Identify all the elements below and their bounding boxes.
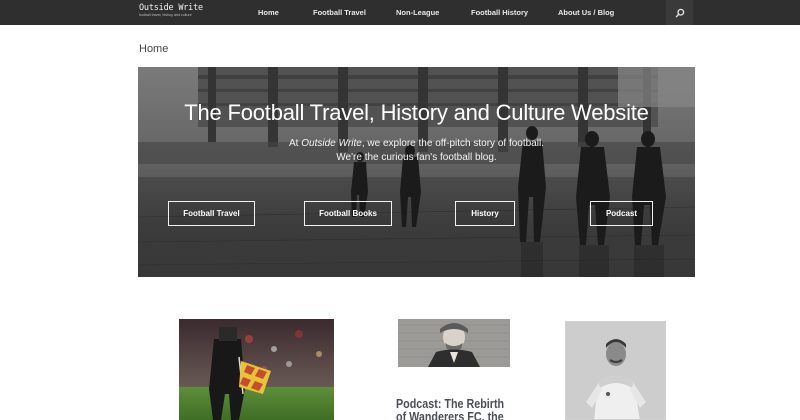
- nav-item-about-us-blog[interactable]: About Us / Blog: [558, 0, 614, 25]
- post-card-image-footballer[interactable]: [565, 321, 666, 420]
- nav-item-non-league[interactable]: Non-League: [396, 0, 439, 25]
- hero-banner: The Football Travel, History and Culture…: [138, 67, 695, 277]
- nav-item-football-history[interactable]: Football History: [471, 0, 528, 25]
- hero-subtitle-line2: We're the curious fan's football blog.: [336, 152, 497, 163]
- vintage-footballer-photo: [566, 322, 665, 419]
- victorian-portrait-photo: [398, 319, 510, 367]
- hero-subtitle-brand: Outside Write: [301, 138, 362, 149]
- search-button[interactable]: [666, 0, 693, 25]
- post-card-image-linesman[interactable]: [179, 319, 334, 420]
- post-card-title-line2: of Wanderers FC, the: [396, 410, 504, 420]
- hero-background-image: [138, 67, 695, 277]
- logo-title: Outside Write: [139, 3, 203, 13]
- post-card-title[interactable]: Podcast: The Rebirth of Wanderers FC, th…: [396, 398, 504, 420]
- top-navigation-bar: Outside Write football travel, history a…: [0, 0, 800, 25]
- site-logo[interactable]: Outside Write football travel, history a…: [139, 3, 209, 21]
- search-icon: [675, 8, 684, 17]
- post-card-image-portrait[interactable]: [398, 319, 510, 367]
- football-books-button[interactable]: Football Books: [304, 201, 392, 226]
- breadcrumb: Home: [139, 43, 169, 55]
- nav-item-football-travel[interactable]: Football Travel: [313, 0, 366, 25]
- linesman-photo: [179, 319, 334, 420]
- hero-subtitle: At Outside Write, we explore the off-pit…: [138, 137, 695, 165]
- nav-item-home[interactable]: Home: [258, 0, 279, 25]
- hero-title: The Football Travel, History and Culture…: [184, 100, 649, 125]
- football-travel-button[interactable]: Football Travel: [168, 201, 255, 226]
- podcast-button[interactable]: Podcast: [590, 201, 653, 226]
- logo-tagline: football travel, history and culture: [139, 13, 192, 17]
- history-button[interactable]: History: [455, 201, 515, 226]
- post-card-title-line1: Podcast: The Rebirth: [396, 397, 505, 411]
- hero-subtitle-prefix: At: [289, 138, 302, 149]
- hero-subtitle-suffix: , we explore the off-pitch story of foot…: [361, 138, 544, 149]
